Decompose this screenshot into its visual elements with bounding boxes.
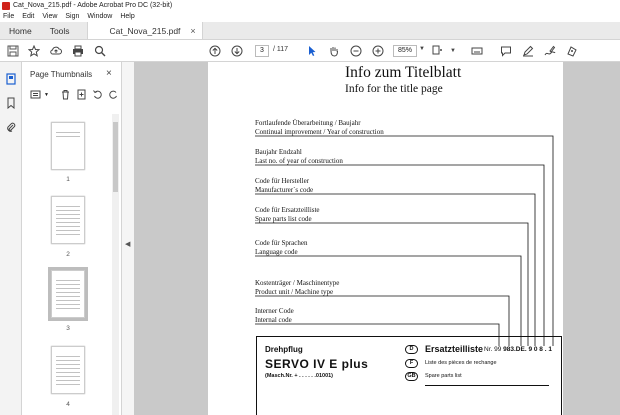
thumbnail-content — [56, 277, 80, 311]
rotate-counterclockwise-icon[interactable] — [92, 89, 104, 101]
bookmarks-icon[interactable] — [4, 96, 18, 110]
tab-home[interactable]: Home — [0, 22, 41, 39]
bookmark-star-icon[interactable] — [27, 44, 41, 58]
thumbnail-content — [56, 129, 80, 139]
page-thumbnail-4[interactable] — [51, 346, 85, 394]
menu-help[interactable]: Help — [120, 13, 134, 20]
page-number-input[interactable]: 3 — [255, 45, 269, 57]
badge-de: D — [405, 345, 418, 354]
highlight-pen-icon[interactable] — [521, 44, 535, 58]
page-total: / 117 — [273, 46, 289, 53]
plate-number: Nr. 99 983.DE. 9 0 8 . 1 — [484, 346, 552, 353]
search-icon[interactable] — [93, 44, 107, 58]
tab-document[interactable]: Cat_Nova_215.pdf × — [86, 22, 203, 39]
plate-category: Drehpflug — [265, 345, 303, 354]
menu-edit[interactable]: Edit — [22, 13, 34, 20]
fit-page-icon[interactable] — [430, 44, 444, 58]
page-thumbnail-2[interactable] — [51, 196, 85, 244]
acrobat-icon — [2, 1, 10, 10]
menu-window[interactable]: Window — [87, 13, 112, 20]
zoom-level-input[interactable]: 85% — [393, 45, 417, 57]
thumbnail-label-3: 3 — [66, 325, 70, 332]
tab-bar: Home Tools Cat_Nova_215.pdf × — [0, 22, 620, 40]
badge-fr: F — [405, 359, 418, 368]
insert-page-icon[interactable] — [76, 89, 88, 101]
menu-sign[interactable]: Sign — [65, 13, 79, 20]
plate-machine-number: (Masch.Nr. + . . . . . .01001) — [265, 373, 334, 379]
page-thumbnail-1[interactable] — [51, 122, 85, 170]
previous-page-icon[interactable] — [208, 44, 222, 58]
badge-gb: GB — [405, 372, 418, 381]
navigation-rail — [0, 62, 22, 415]
panel-title: Page Thumbnails — [30, 70, 93, 79]
title-bar: Cat_Nova_215.pdf - Adobe Acrobat Pro DC … — [0, 0, 620, 11]
document-viewer[interactable]: Info zum Titelblatt Info for the title p… — [134, 62, 620, 415]
plate-title-en: Spare parts list — [425, 373, 462, 379]
thumbnail-content — [56, 353, 80, 387]
view-options-dropdown-icon[interactable]: ▼ — [446, 44, 460, 58]
attachments-icon[interactable] — [4, 120, 18, 134]
thumbnail-label-1: 1 — [66, 176, 70, 183]
tab-document-label: Cat_Nova_215.pdf — [109, 25, 181, 36]
window-title: Cat_Nova_215.pdf - Adobe Acrobat Pro DC … — [13, 2, 173, 9]
panel-toolbar: ▼ — [26, 88, 122, 104]
keyboard-icon[interactable] — [470, 44, 484, 58]
next-page-icon[interactable] — [230, 44, 244, 58]
save-icon[interactable] — [6, 44, 20, 58]
collapse-arrow-icon[interactable]: ◀ — [125, 240, 130, 248]
panel-collapse-handle[interactable]: ◀ — [122, 62, 134, 415]
page-thumbnails-icon[interactable] — [4, 72, 18, 86]
comment-icon[interactable] — [499, 44, 513, 58]
delete-page-icon[interactable] — [60, 89, 72, 101]
page-thumbnail-3[interactable] — [48, 267, 88, 321]
rotate-clockwise-icon[interactable] — [108, 89, 120, 101]
fill-sign-icon[interactable] — [565, 44, 579, 58]
thumbnail-label-4: 4 — [66, 401, 70, 408]
hand-tool-icon[interactable] — [327, 44, 341, 58]
menu-view[interactable]: View — [42, 13, 57, 20]
zoom-in-icon[interactable] — [371, 44, 385, 58]
plate-title-fr: Liste des pièces de rechange — [425, 360, 497, 366]
page-thumbnails-panel: Page Thumbnails × ▼ 1 2 3 4 — [22, 62, 122, 415]
thumbnail-options-icon[interactable] — [30, 89, 42, 101]
menu-file[interactable]: File — [3, 13, 14, 20]
thumbnail-label-2: 2 — [66, 251, 70, 258]
zoom-dropdown-icon[interactable]: ▼ — [419, 46, 425, 52]
cloud-upload-icon[interactable] — [49, 44, 63, 58]
plate-model: SERVO IV E plus — [265, 357, 369, 371]
print-icon[interactable] — [71, 44, 85, 58]
panel-close-icon[interactable]: × — [106, 68, 112, 79]
menu-bar: File Edit View Sign Window Help — [0, 11, 620, 22]
document-page: Info zum Titelblatt Info for the title p… — [208, 62, 563, 415]
title-plate-example: Drehpflug SERVO IV E plus (Masch.Nr. + .… — [256, 336, 562, 415]
tab-tools[interactable]: Tools — [41, 22, 79, 39]
thumbnail-content — [56, 203, 80, 237]
scrollbar-thumb[interactable] — [113, 122, 118, 192]
tab-close-icon[interactable]: × — [190, 26, 195, 36]
sign-pen-icon[interactable] — [543, 44, 557, 58]
plate-title-de: Ersatzteilliste — [425, 344, 484, 354]
thumbnail-scrollbar[interactable] — [112, 114, 119, 415]
options-dropdown-icon[interactable]: ▼ — [44, 89, 56, 101]
plate-divider — [425, 385, 549, 386]
select-cursor-icon[interactable] — [305, 44, 319, 58]
main-toolbar: 3 / 117 85% ▼ ▼ — [0, 40, 620, 62]
zoom-out-icon[interactable] — [349, 44, 363, 58]
